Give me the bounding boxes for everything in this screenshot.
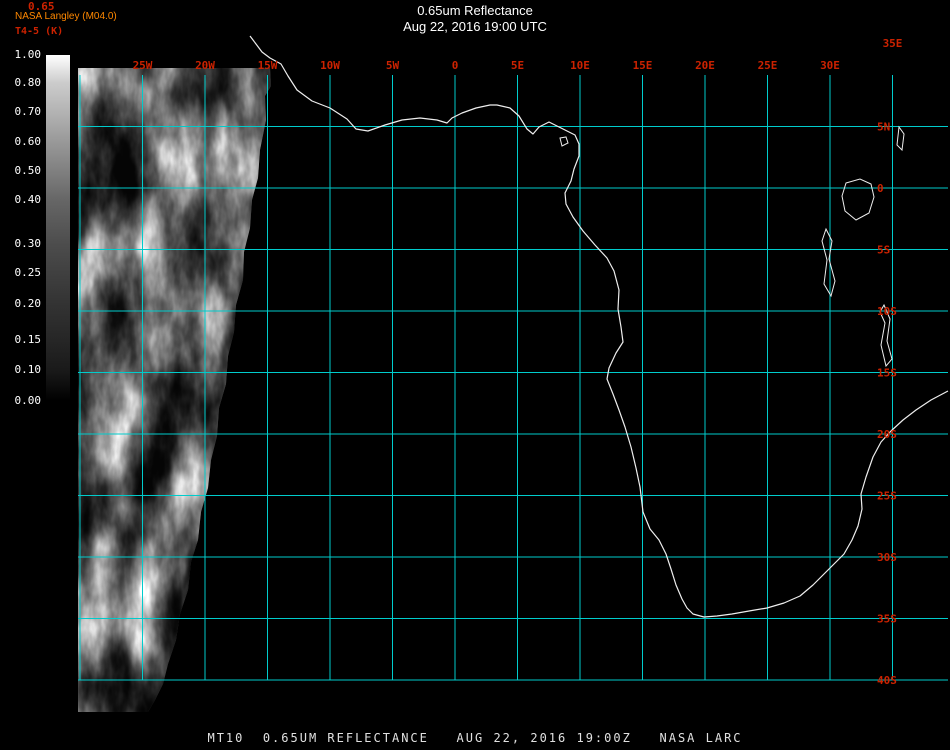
satellite-swath (78, 68, 271, 712)
colorbar-tick-0.70: 0.70 (14, 105, 42, 119)
lon-label-10W: 10W (320, 59, 340, 72)
lat-label-20S: 20S (877, 428, 897, 441)
map-canvas: 25W 20W 15W 10W 5W 0 5E 10E 15E 20E 25E 30E 35E 5N 0 5S… (78, 35, 949, 712)
lat-label-25S: 25S (877, 490, 897, 503)
lon-label-30E: 30E (820, 59, 840, 72)
colorbar-tick-0.60: 0.60 (14, 134, 42, 148)
lat-label-40S: 40S (877, 674, 897, 687)
coastlines (249, 35, 949, 618)
lon-label-35E: 35E (883, 37, 903, 50)
lat-label-30S: 30S (877, 551, 897, 564)
image-subtitle: Aug 22, 2016 19:00 UTC (403, 19, 547, 34)
colorbar-tick-0.10: 0.10 (14, 362, 42, 376)
lake-tanganyika-outline (821, 227, 836, 298)
colorbar-tick-0.80: 0.80 (14, 75, 42, 89)
satellite-image-viewer: 25W 20W 15W 10W 5W 0 5E 10E 15E 20E 25E 30E 35E 5N 0 5S… (0, 0, 950, 750)
lat-label-10S: 10S (877, 305, 897, 318)
lon-label-5W: 5W (386, 59, 400, 72)
lon-label-10E: 10E (570, 59, 590, 72)
lon-label-0: 0 (452, 59, 459, 72)
colorbar-tick-0.30: 0.30 (14, 236, 42, 250)
lon-label-20E: 20E (695, 59, 715, 72)
lat-label-5N: 5N (877, 121, 890, 134)
lat-label-35S: 35S (877, 613, 897, 626)
africa-coastline (249, 35, 949, 618)
lon-label-20W: 20W (195, 59, 215, 72)
image-title: 0.65um Reflectance (417, 3, 533, 18)
colorbar-gradient (46, 55, 70, 401)
lon-label-15W: 15W (258, 59, 278, 72)
lon-label-25W: 25W (133, 59, 153, 72)
lon-label-15E: 15E (633, 59, 653, 72)
bioko-island-outline (559, 136, 569, 147)
lake-victoria-outline (841, 178, 875, 221)
colorbar-tick-0.25: 0.25 (14, 265, 42, 279)
source-label: NASA Langley (M04.0) (15, 11, 117, 22)
t45-label: T4-5 (K) (15, 26, 64, 37)
lat-label-0: 0 (877, 182, 884, 195)
lon-label-25E: 25E (758, 59, 778, 72)
colorbar-tick-0.40: 0.40 (14, 193, 42, 207)
colorbar-tick-0.15: 0.15 (14, 333, 42, 347)
lat-label-15S: 15S (877, 367, 897, 380)
footer-caption: MT10 0.65UM REFLECTANCE AUG 22, 2016 19:… (207, 731, 743, 745)
colorbar-tick-0.20: 0.20 (14, 297, 42, 311)
lat-label-5S: 5S (877, 244, 890, 257)
swath-cloud-texture (78, 68, 271, 712)
colorbar-tick-1.00: 1.00 (14, 48, 42, 61)
colorbar-tick-0.00: 0.00 (14, 394, 42, 407)
lon-label-5E: 5E (511, 59, 524, 72)
lake-turkana-outline (896, 125, 905, 152)
colorbar-tick-0.50: 0.50 (14, 163, 42, 177)
